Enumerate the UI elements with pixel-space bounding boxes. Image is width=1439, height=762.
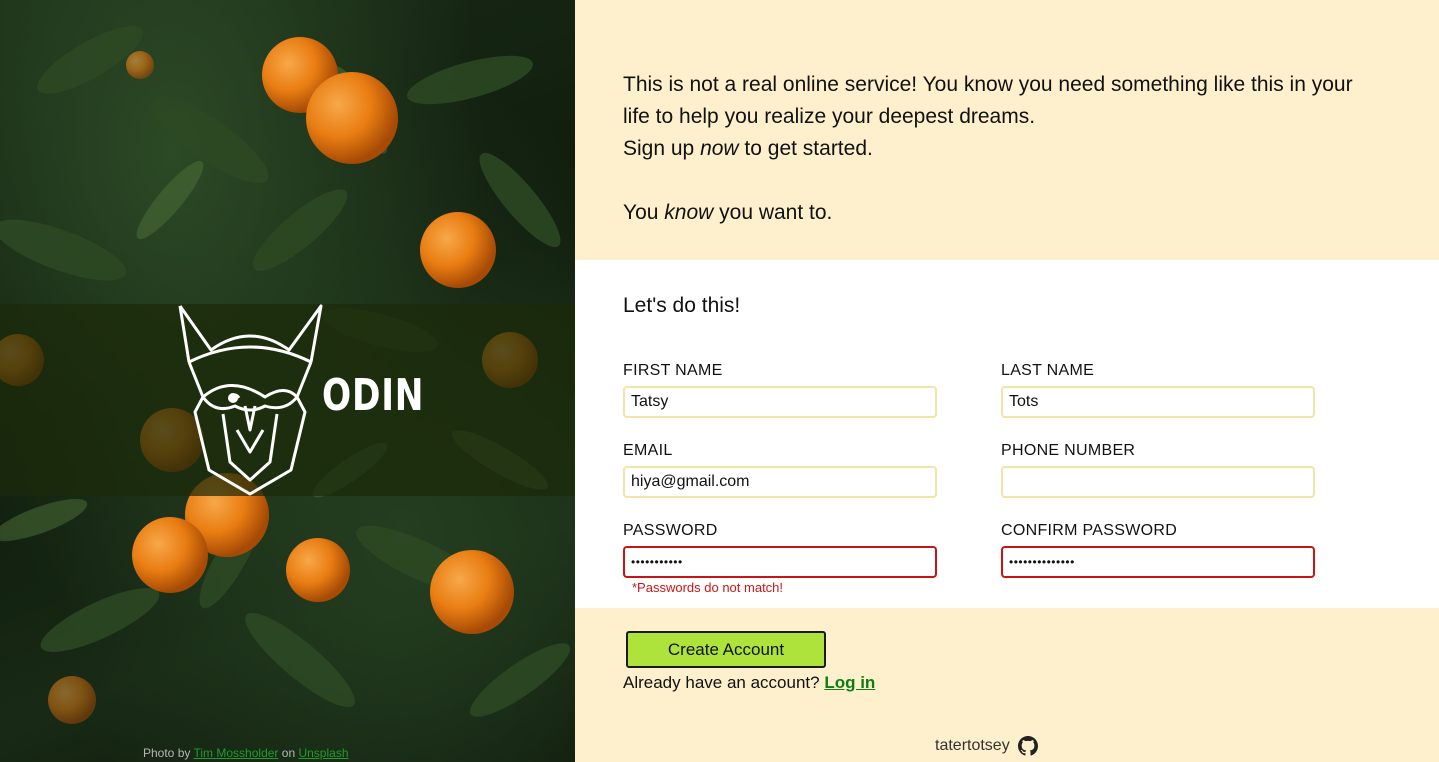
confirm-password-group: CONFIRM PASSWORD •••••••••••••• (1001, 521, 1315, 578)
hero-panel: ODIN Photo by Tim Mossholder on Unsplash (0, 0, 575, 762)
login-prompt: Already have an account? Log in (623, 673, 875, 693)
password-label: PASSWORD (623, 522, 718, 539)
email-input[interactable]: hiya@gmail.com (623, 466, 937, 498)
intro-line-2: Sign up now to get started. (623, 137, 873, 160)
password-group: PASSWORD ••••••••••• (623, 521, 937, 578)
signup-panel: This is not a real online service! You k… (575, 0, 1439, 762)
signup-form: Let's do this! FIRST NAME Tatsy LAST NAM… (575, 260, 1439, 608)
credit-middle: on (281, 746, 296, 760)
phone-input[interactable] (1001, 466, 1315, 498)
last-name-input[interactable]: Tots (1001, 386, 1315, 418)
login-link[interactable]: Log in (824, 673, 875, 692)
login-prompt-text: Already have an account? (623, 673, 820, 692)
phone-label: PHONE NUMBER (1001, 442, 1136, 459)
first-name-group: FIRST NAME Tatsy (623, 361, 937, 418)
last-name-label: LAST NAME (1001, 362, 1095, 379)
footer-username: tatertotsey (935, 737, 1010, 754)
credit-author-link[interactable]: Tim Mossholder (194, 746, 279, 760)
form-title: Let's do this! (623, 294, 741, 317)
odin-logo-wordmark: ODIN (322, 370, 425, 421)
intro-line-1: This is not a real online service! You k… (623, 73, 1353, 128)
first-name-input[interactable]: Tatsy (623, 386, 937, 418)
password-input[interactable]: ••••••••••• (623, 546, 937, 578)
confirm-password-label: CONFIRM PASSWORD (1001, 522, 1178, 539)
create-account-button[interactable]: Create Account (626, 631, 826, 668)
phone-group: PHONE NUMBER (1001, 441, 1315, 498)
odin-viking-logo-icon (178, 304, 323, 496)
email-label: EMAIL (623, 442, 673, 459)
intro-line-3: You know you want to. (623, 201, 833, 224)
email-group: EMAIL hiya@gmail.com (623, 441, 937, 498)
credit-prefix: Photo by (143, 746, 191, 760)
photo-credit: Photo by Tim Mossholder on Unsplash (143, 746, 349, 760)
first-name-label: FIRST NAME (623, 362, 723, 379)
last-name-group: LAST NAME Tots (1001, 361, 1315, 418)
credit-site-link[interactable]: Unsplash (298, 746, 348, 760)
password-error-message: *Passwords do not match! (632, 580, 784, 595)
intro-text: This is not a real online service! You k… (623, 69, 1383, 229)
github-icon[interactable] (1017, 736, 1038, 756)
footer: tatertotsey (935, 736, 1038, 756)
confirm-password-input[interactable]: •••••••••••••• (1001, 546, 1315, 578)
